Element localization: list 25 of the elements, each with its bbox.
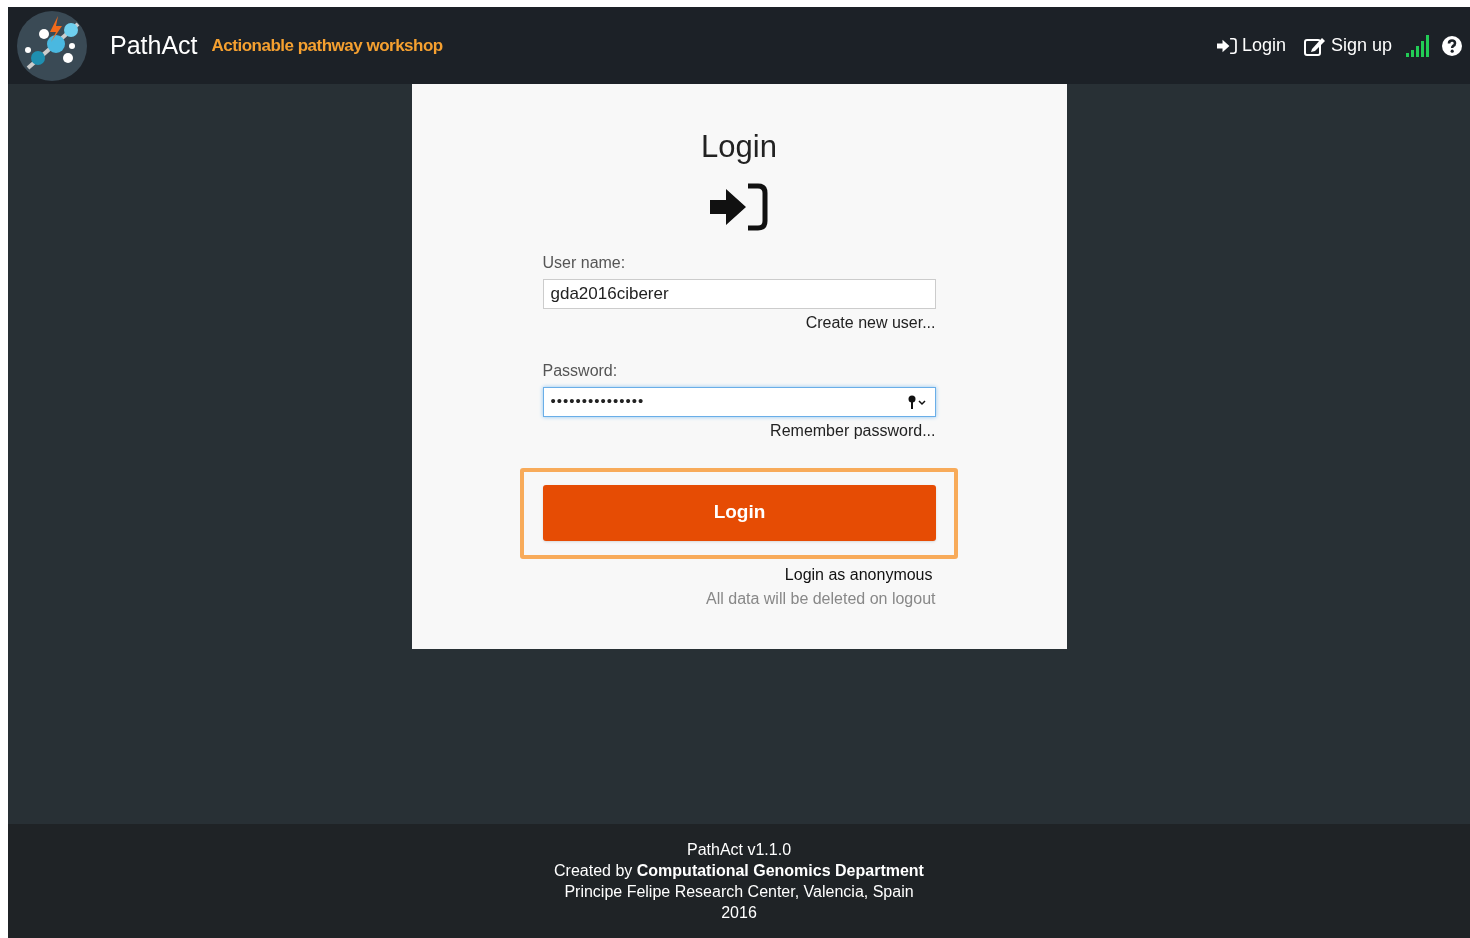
sign-up-link[interactable]: Sign up — [1303, 32, 1392, 59]
brand-name: PathAct — [110, 29, 198, 61]
anonymous-login-link[interactable]: Login as anonymous — [784, 562, 933, 587]
footer-text: Created by Computational Genomics Department — [554, 861, 924, 881]
logout-note: All data will be deleted on logout — [706, 588, 936, 609]
remember-password-link[interactable]: Remember password... — [770, 418, 936, 443]
footer-text: Principe Felipe Research Center, Valencia, Spain — [564, 882, 914, 902]
login-title: Login — [701, 128, 777, 166]
login-link[interactable]: Login — [1216, 32, 1286, 59]
footer-text: PathAct v1.1.0 — [686, 840, 792, 860]
sign-in-icon — [710, 182, 768, 231]
key-icon[interactable] — [907, 394, 928, 409]
footer-text: 2016 — [721, 903, 757, 923]
create-user-link[interactable]: Create new user... — [805, 310, 936, 335]
network-logo-icon — [16, 9, 88, 82]
field-label: User name: — [542, 252, 627, 273]
login-button[interactable]: Login — [543, 484, 936, 541]
sign-in-icon — [1216, 36, 1237, 55]
tagline: Actionable pathway workshop — [211, 34, 443, 57]
help-icon[interactable] — [1442, 35, 1462, 56]
edit-icon — [1303, 35, 1326, 56]
signal-strength-icon — [1406, 34, 1430, 57]
field-label: Password: — [542, 360, 619, 381]
username-field[interactable]: gda2016ciberer — [542, 278, 936, 309]
password-field[interactable]: ••••••••••••••• — [542, 386, 936, 417]
